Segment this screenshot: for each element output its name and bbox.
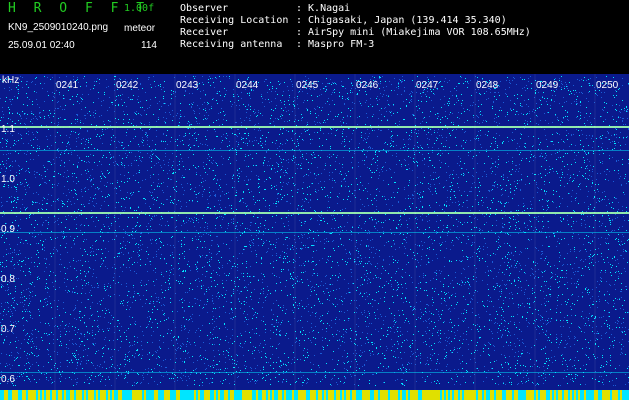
bottom-intensity-bar	[0, 390, 629, 400]
info-label-observer: Observer	[180, 3, 229, 14]
count-label: 114	[141, 40, 157, 51]
time-tick-label: 0246	[356, 80, 379, 91]
spectrogram-canvas	[0, 74, 629, 400]
time-tick-label: 0245	[296, 80, 319, 91]
info-label-location: Receiving Location	[180, 15, 289, 26]
info-label-antenna: Receiving antenna	[180, 39, 283, 50]
spectrogram-plot	[0, 74, 629, 400]
filename-label: KN9_2509010240.png	[8, 22, 109, 33]
time-tick-label: 0250	[596, 80, 619, 91]
info-value-observer: : K.Nagai	[296, 3, 351, 14]
y-tick-label: 1.0	[1, 174, 15, 185]
y-unit-label: kHz	[2, 75, 20, 86]
time-tick-label: 0249	[536, 80, 559, 91]
info-value-location: : Chigasaki, Japan (139.414 35.340)	[296, 15, 507, 26]
info-value-receiver: : AirSpy mini (Miakejima VOR 108.65MHz)	[296, 27, 531, 38]
time-tick-label: 0247	[416, 80, 439, 91]
time-tick-label: 0241	[56, 80, 79, 91]
version-label: 1.00f	[124, 3, 155, 14]
info-label-receiver: Receiver	[180, 27, 229, 38]
time-tick-label: 0243	[176, 80, 199, 91]
info-value-antenna: : Maspro FM-3	[296, 39, 375, 50]
header-panel: H R O F F T 1.00f KN9_2509010240.png met…	[0, 0, 629, 74]
y-tick-label: 0.8	[1, 274, 15, 285]
y-tick-label: 0.7	[1, 324, 15, 335]
time-tick-label: 0244	[236, 80, 259, 91]
datetime-label: 25.09.01 02:40	[8, 40, 75, 51]
time-tick-label: 0248	[476, 80, 499, 91]
y-tick-label: 1.1	[1, 124, 15, 135]
time-tick-label: 0242	[116, 80, 139, 91]
mode-label: meteor	[124, 23, 156, 34]
y-tick-label: 0.9	[1, 224, 15, 235]
y-tick-label: 0.6	[1, 374, 15, 385]
